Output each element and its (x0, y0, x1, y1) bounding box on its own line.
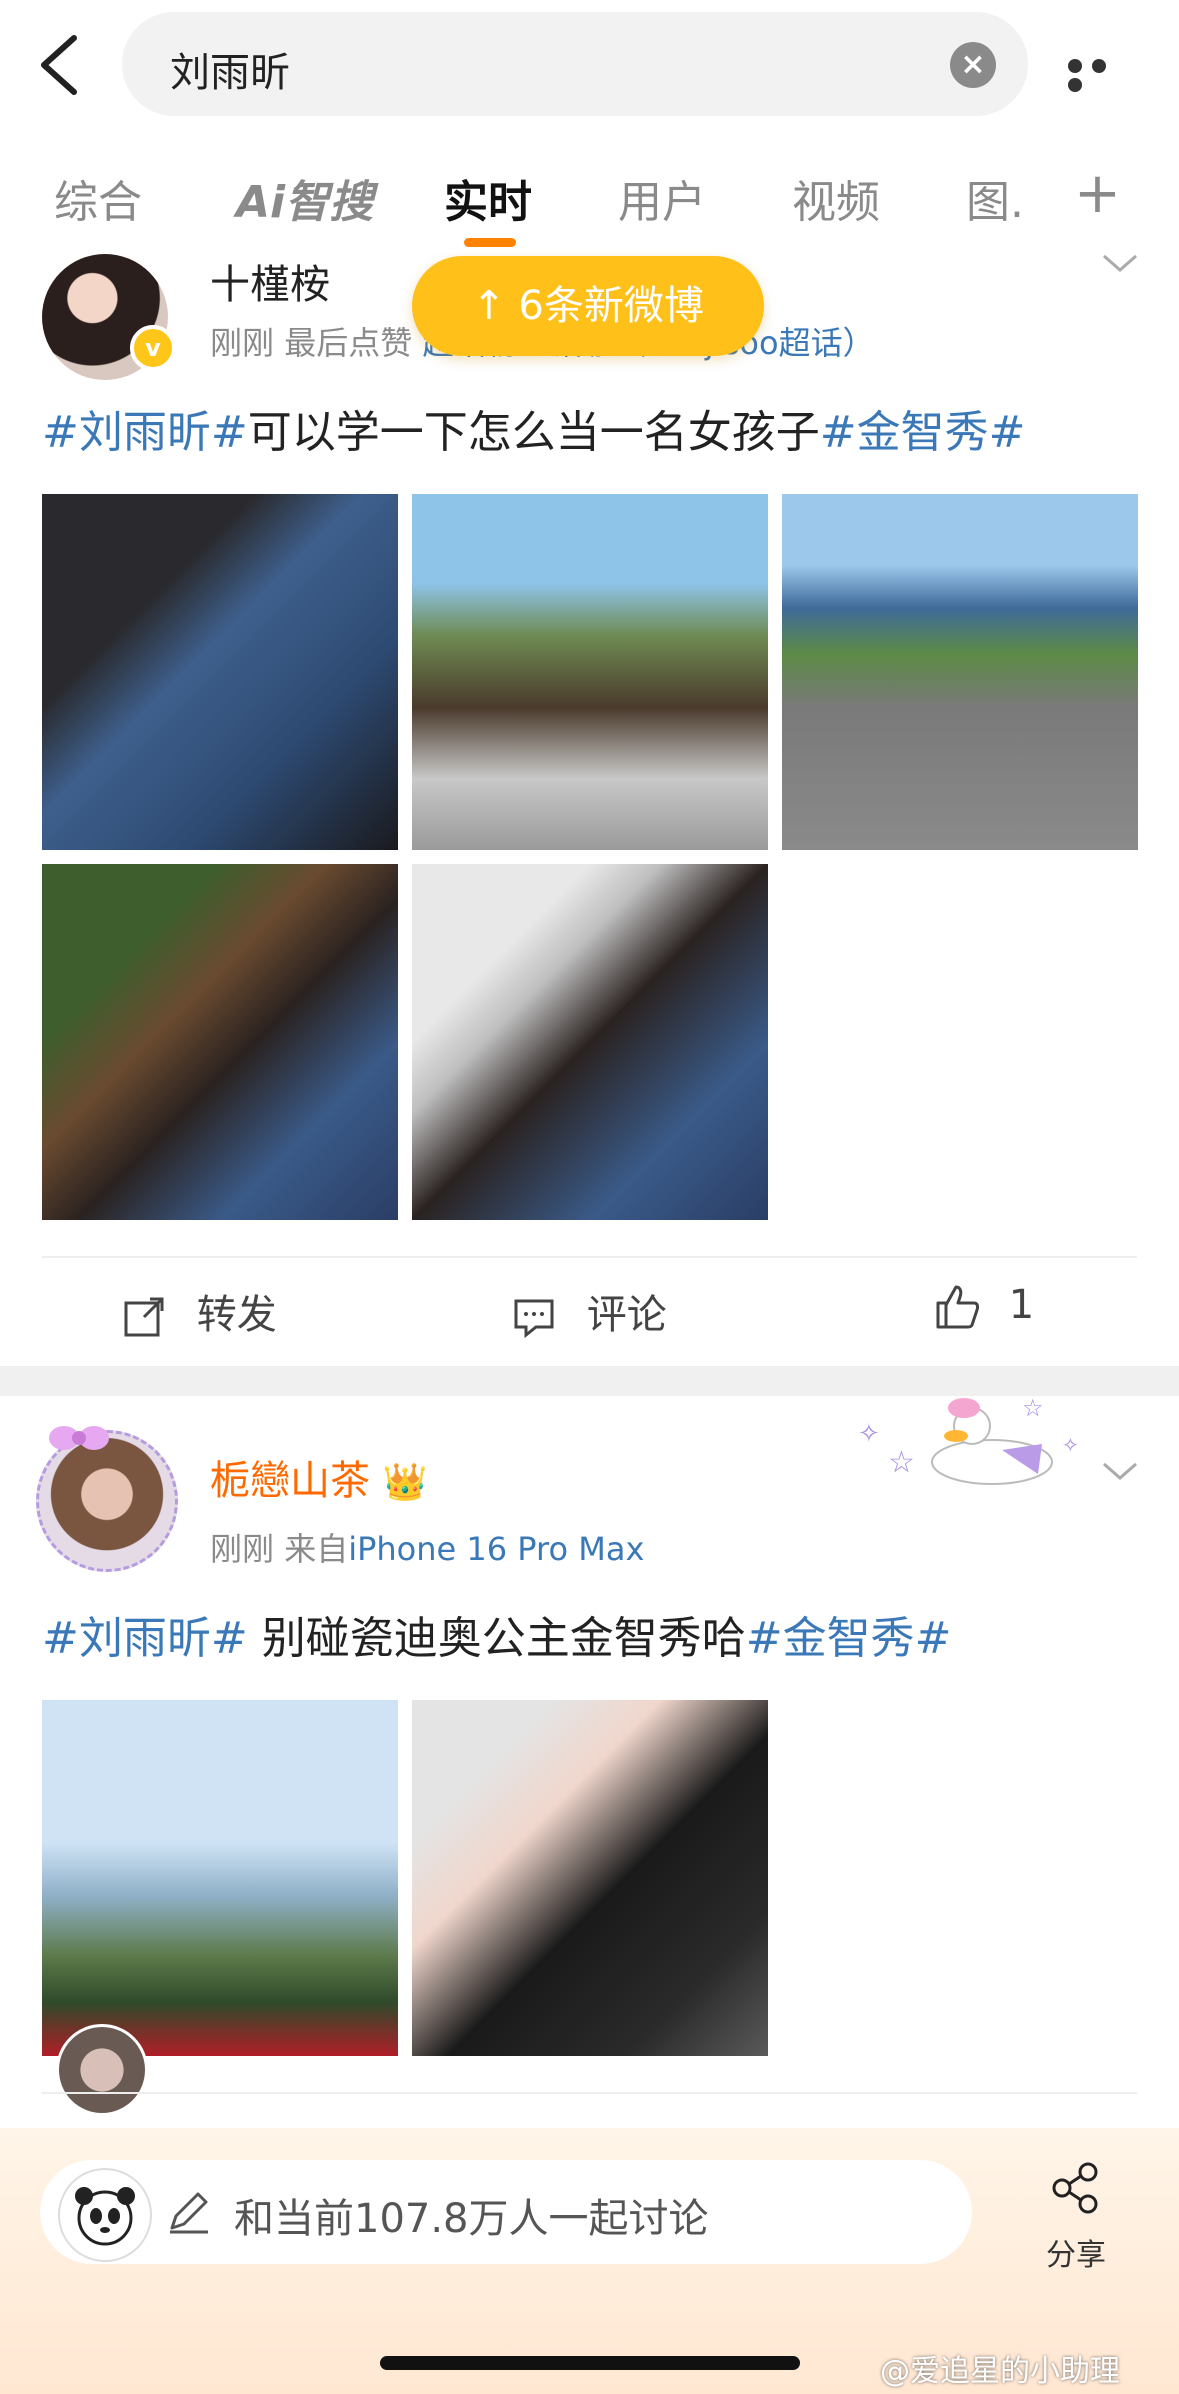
post-meta-extra: 最后点赞 (284, 324, 413, 362)
post-text: #刘雨昕#可以学一下怎么当一名女孩子#金智秀# (42, 396, 1025, 460)
post-time: 刚刚 (210, 324, 275, 362)
source-link[interactable]: iPhone 16 Pro Max (348, 1530, 644, 1568)
tab-videos[interactable]: 视频 (792, 166, 880, 230)
source-prefix: 来自 (284, 1530, 349, 1568)
clear-icon[interactable]: × (950, 42, 996, 88)
discussion-input[interactable]: 和当前107.8万人一起讨论 (40, 2160, 972, 2264)
post-username-row: 栀戀山茶 👑 (210, 1448, 428, 1506)
share-label[interactable]: 分享 (1046, 2230, 1106, 2274)
like-button[interactable]: 1 (934, 1282, 1034, 1331)
post-image[interactable] (412, 864, 768, 1220)
post-meta: 刚刚 来自iPhone 16 Pro Max (210, 1524, 644, 1570)
search-query-text: 刘雨昕 (170, 50, 290, 96)
tab-images[interactable]: 图. (966, 166, 1024, 230)
divider (42, 1256, 1137, 1258)
repost-button[interactable]: 转发 (122, 1282, 277, 1340)
post-image[interactable] (412, 494, 768, 850)
search-input[interactable]: 刘雨昕 × (122, 12, 1028, 116)
share-icon[interactable] (1048, 2160, 1104, 2216)
chevron-down-icon[interactable] (1100, 252, 1140, 276)
crown-badge-icon: 👑 (382, 1462, 428, 1503)
svg-text:✧: ✧ (1062, 1433, 1079, 1457)
tab-users[interactable]: 用户 (618, 166, 706, 230)
hashtag-link[interactable]: #刘雨昕# (42, 1613, 248, 1664)
post-text: #刘雨昕# 别碰瓷迪奥公主金智秀哈#金智秀# (42, 1602, 951, 1666)
repost-label: 转发 (196, 1292, 277, 1338)
post-image[interactable] (782, 494, 1138, 850)
post-body: 可以学一下怎么当一名女孩子 (247, 407, 820, 458)
post-image[interactable] (42, 864, 398, 1220)
tab-realtime[interactable]: 实时 (444, 166, 532, 230)
hashtag-link[interactable]: #金智秀# (820, 407, 1026, 458)
post-username[interactable]: 栀戀山茶 (210, 1458, 370, 1504)
tab-comprehensive[interactable]: 综合 (54, 166, 142, 230)
post-image[interactable] (42, 494, 398, 850)
donald-duck-sticker-icon: ✧ ☆ ☆ ✧ (858, 1394, 1079, 1485)
post-image[interactable] (42, 1700, 398, 2056)
svg-text:☆: ☆ (1022, 1394, 1044, 1422)
panda-avatar-icon (58, 2168, 152, 2262)
svg-text:☆: ☆ (888, 1445, 915, 1480)
discussion-placeholder: 和当前107.8万人一起讨论 (234, 2196, 709, 2242)
pink-bow-icon (49, 1426, 109, 1450)
comment-label: 评论 (586, 1292, 667, 1338)
floating-avatar[interactable] (56, 2024, 148, 2116)
thumbs-up-icon (936, 1285, 980, 1329)
watermark: @爱追星的小助理 (880, 2354, 1120, 2389)
post-username[interactable]: 十槿桉 (210, 252, 330, 310)
pencil-icon (170, 2192, 208, 2234)
active-tab-indicator (464, 238, 516, 247)
verified-badge-icon: v (130, 325, 176, 371)
tab-ai-search[interactable]: Ai智搜 (236, 166, 373, 230)
hashtag-link[interactable]: #金智秀# (746, 1613, 952, 1664)
add-tab-icon[interactable]: + (1074, 166, 1121, 222)
more-options-icon[interactable] (1068, 58, 1138, 92)
home-indicator (380, 2356, 800, 2370)
like-count: 1 (1008, 1282, 1035, 1328)
back-icon[interactable] (30, 30, 90, 100)
chevron-down-icon[interactable] (1100, 1460, 1140, 1484)
new-posts-pill[interactable]: ↑ 6条新微博 (412, 256, 764, 356)
comment-icon (514, 1299, 554, 1339)
svg-text:✧: ✧ (858, 1419, 880, 1449)
post-image[interactable] (412, 1700, 768, 2056)
repost-icon (124, 1297, 164, 1337)
divider (42, 2092, 1137, 2094)
hashtag-link[interactable]: #刘雨昕# (42, 407, 248, 458)
comment-button[interactable]: 评论 (512, 1282, 667, 1340)
post-time: 刚刚 (210, 1530, 275, 1568)
post-body: 别碰瓷迪奥公主金智秀哈 (247, 1613, 746, 1664)
